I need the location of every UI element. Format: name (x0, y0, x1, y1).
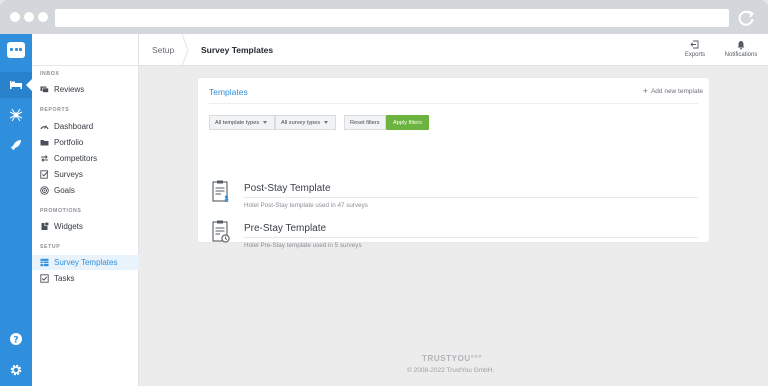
reload-icon[interactable] (736, 8, 756, 28)
sidebar-item-tasks[interactable]: Tasks (32, 271, 139, 286)
inbox-icon (40, 86, 49, 93)
sidebar: INBOX Reviews REPORTS Dashboard Portfoli… (32, 34, 139, 386)
window-minimize-dot[interactable] (24, 12, 34, 22)
template-item-post-stay[interactable]: Post-Stay Template Hotel Post-Stay templ… (209, 180, 698, 217)
sidebar-item-dashboard[interactable]: Dashboard (32, 119, 139, 134)
checkbox-icon (40, 274, 49, 283)
page-title: Survey Templates (201, 45, 274, 55)
reset-filters-button[interactable]: Reset filters (344, 115, 386, 130)
top-bar: Setup Survey Templates Exports Notificat… (139, 34, 768, 66)
address-bar[interactable] (55, 9, 729, 27)
reset-filters-label: Reset filters (350, 119, 380, 126)
sidebar-section-reports: REPORTS (40, 107, 70, 113)
sidebar-item-reviews[interactable]: Reviews (32, 82, 139, 97)
template-description: Hotel Pre-Stay template used in 5 survey… (244, 242, 362, 249)
table-icon (40, 258, 49, 267)
sidebar-item-label: Reviews (54, 85, 85, 94)
clipboard-person-icon (212, 180, 229, 203)
sidebar-item-label: Survey Templates (54, 258, 118, 267)
exports-label: Exports (684, 52, 706, 58)
template-item-pre-stay[interactable]: Pre-Stay Template Hotel Pre-Stay templat… (209, 220, 698, 257)
trustyou-logo-icon[interactable] (7, 42, 25, 58)
sidebar-item-survey-templates[interactable]: Survey Templates (32, 255, 139, 270)
bell-icon (737, 41, 745, 50)
clipboard-clock-icon (212, 220, 230, 243)
arrows-icon (41, 155, 48, 162)
survey-icon (40, 170, 49, 179)
sidebar-section-promotions: PROMOTIONS (40, 208, 82, 214)
window-close-dot[interactable] (10, 12, 20, 22)
breadcrumb-separator-icon (181, 34, 189, 66)
template-type-filter-label: All template types (215, 119, 260, 126)
apply-filters-label: Apply filters (393, 119, 422, 126)
spider-insights-icon[interactable] (9, 108, 23, 122)
icon-rail: ? (0, 34, 32, 386)
sidebar-item-label: Dashboard (54, 122, 94, 131)
sidebar-item-label: Tasks (54, 274, 75, 283)
survey-type-filter[interactable]: All survey types (275, 115, 336, 130)
widget-icon (41, 222, 49, 230)
window-maximize-dot[interactable] (38, 12, 48, 22)
sidebar-item-competitors[interactable]: Competitors (32, 151, 139, 166)
apply-filters-button[interactable]: Apply filters (386, 115, 429, 130)
template-name[interactable]: Post-Stay Template (244, 183, 331, 194)
survey-type-filter-label: All survey types (281, 119, 321, 126)
browser-toolbar (0, 0, 768, 34)
breadcrumb-setup[interactable]: Setup (152, 45, 174, 55)
sidebar-item-portfolio[interactable]: Portfolio (32, 135, 139, 150)
template-name[interactable]: Pre-Stay Template (244, 223, 326, 234)
app: ? INBOX Reviews REPORTS Dashboard Portfo (0, 34, 768, 386)
hotel-bed-icon[interactable] (9, 78, 23, 92)
rocket-icon[interactable] (9, 138, 23, 152)
chevron-down-icon (324, 121, 329, 124)
template-description: Hotel Post-Stay template used in 47 surv… (244, 202, 368, 209)
sidebar-section-setup: SETUP (40, 244, 61, 250)
footer-copyright: © 2008-2022 TrustYou GmbH. (407, 367, 495, 374)
exports-button[interactable]: Exports (675, 40, 715, 58)
settings-gear-icon[interactable] (9, 363, 23, 377)
template-type-filter[interactable]: All template types (209, 115, 275, 130)
help-icon[interactable]: ? (9, 332, 23, 346)
sidebar-item-label: Goals (54, 186, 75, 195)
svg-text:?: ? (13, 336, 18, 346)
notifications-button[interactable]: Notifications (721, 40, 761, 58)
templates-card: Templates + Add new template All templat… (198, 78, 709, 249)
card-divider (209, 103, 698, 104)
sidebar-section-inbox: INBOX (40, 71, 60, 77)
sidebar-item-goals[interactable]: Goals (32, 183, 139, 198)
add-new-template-link[interactable]: Add new template (651, 88, 703, 95)
template-divider (244, 197, 698, 198)
card-title: Templates (209, 87, 248, 97)
sidebar-item-label: Competitors (54, 154, 98, 163)
plus-icon[interactable]: + (643, 86, 648, 96)
browser-window: ? INBOX Reviews REPORTS Dashboard Portfo (0, 0, 768, 386)
export-icon (690, 40, 699, 49)
gauge-icon (40, 125, 49, 130)
folder-icon (40, 140, 49, 146)
target-icon (40, 186, 49, 195)
sidebar-item-label: Portfolio (54, 138, 84, 147)
chevron-down-icon (263, 121, 268, 124)
sidebar-item-widgets[interactable]: Widgets (32, 219, 139, 234)
template-divider (244, 237, 698, 238)
sidebar-item-label: Widgets (54, 222, 83, 231)
sidebar-item-surveys[interactable]: Surveys (32, 167, 139, 182)
sidebar-header (32, 34, 138, 66)
footer-brand-logo: TRUSTYOU°°° (422, 354, 483, 363)
notifications-label: Notifications (724, 52, 758, 58)
sidebar-item-label: Surveys (54, 170, 83, 179)
